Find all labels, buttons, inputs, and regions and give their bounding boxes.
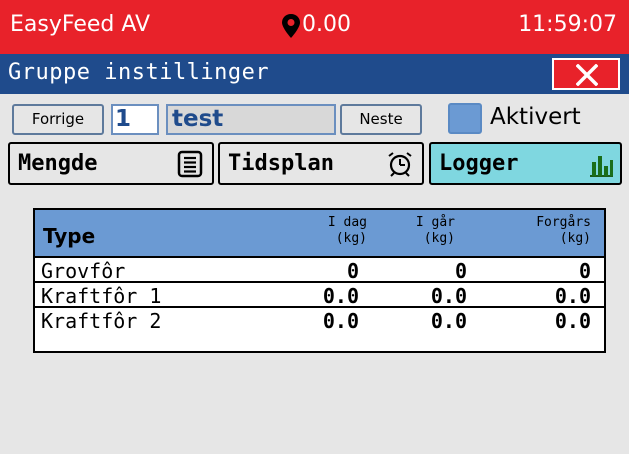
cell-today: 0 [346, 259, 359, 283]
column-header-unit: (kg) [559, 231, 591, 246]
cell-day-before: 0.0 [554, 284, 591, 308]
cell-day-before: 0.0 [554, 309, 591, 333]
clock: 11:59:07 [518, 12, 617, 37]
table-row: Kraftfôr 2 0.0 0.0 0.0 [35, 310, 604, 333]
next-button[interactable]: Neste [340, 104, 422, 135]
previous-button[interactable]: Forrige [12, 104, 104, 135]
location-pin-icon [282, 14, 300, 38]
tab-tidsplan[interactable]: Tidsplan [218, 142, 424, 185]
tab-logger[interactable]: Logger [429, 142, 622, 185]
cell-type: Kraftfôr 2 [41, 309, 162, 333]
column-header-yesterday: I går (kg) [395, 215, 455, 247]
cell-yesterday: 0.0 [430, 309, 467, 333]
cell-yesterday: 0 [454, 259, 467, 283]
close-icon [576, 64, 598, 86]
bar-chart-icon [590, 156, 613, 177]
table-row: Grovfôr 0 0 0 [35, 260, 604, 283]
tab-label: Mengde [18, 151, 98, 176]
cell-type: Kraftfôr 1 [41, 284, 162, 308]
cell-today: 0.0 [322, 284, 359, 308]
app-title: EasyFeed AV [10, 12, 151, 37]
cell-type: Grovfôr [41, 259, 126, 283]
group-number-field[interactable]: 1 [111, 104, 159, 135]
page-title: Gruppe instillinger [8, 60, 270, 85]
active-label: Aktivert [490, 104, 581, 130]
close-button[interactable] [552, 58, 620, 90]
table-row: Kraftfôr 1 0.0 0.0 0.0 [35, 285, 604, 308]
column-header-label: Forgårs [536, 215, 591, 230]
column-header-unit: (kg) [423, 231, 455, 246]
alarm-clock-icon [388, 152, 412, 177]
column-header-label: I går [415, 215, 455, 230]
location-value: 0.00 [302, 12, 351, 37]
title-bar: EasyFeed AV 0.00 11:59:07 [0, 0, 629, 54]
column-header-unit: (kg) [335, 231, 367, 246]
tab-label: Logger [439, 151, 519, 176]
list-icon [177, 150, 203, 178]
group-name-field[interactable]: test [166, 104, 336, 135]
cell-day-before: 0 [578, 259, 591, 283]
column-header-type: Type [43, 224, 96, 248]
cell-today: 0.0 [322, 309, 359, 333]
table-header: Type I dag (kg) I går (kg) Forgårs (kg) [35, 210, 604, 258]
tab-label: Tidsplan [228, 151, 334, 176]
log-table: Type I dag (kg) I går (kg) Forgårs (kg) … [33, 208, 606, 353]
column-header-today: I dag (kg) [297, 215, 367, 247]
tab-mengde[interactable]: Mengde [8, 142, 214, 185]
header-bar: Gruppe instillinger [0, 54, 629, 94]
cell-yesterday: 0.0 [430, 284, 467, 308]
column-header-label: I dag [327, 215, 367, 230]
active-checkbox[interactable] [448, 103, 482, 134]
column-header-day-before: Forgårs (kg) [509, 215, 591, 247]
